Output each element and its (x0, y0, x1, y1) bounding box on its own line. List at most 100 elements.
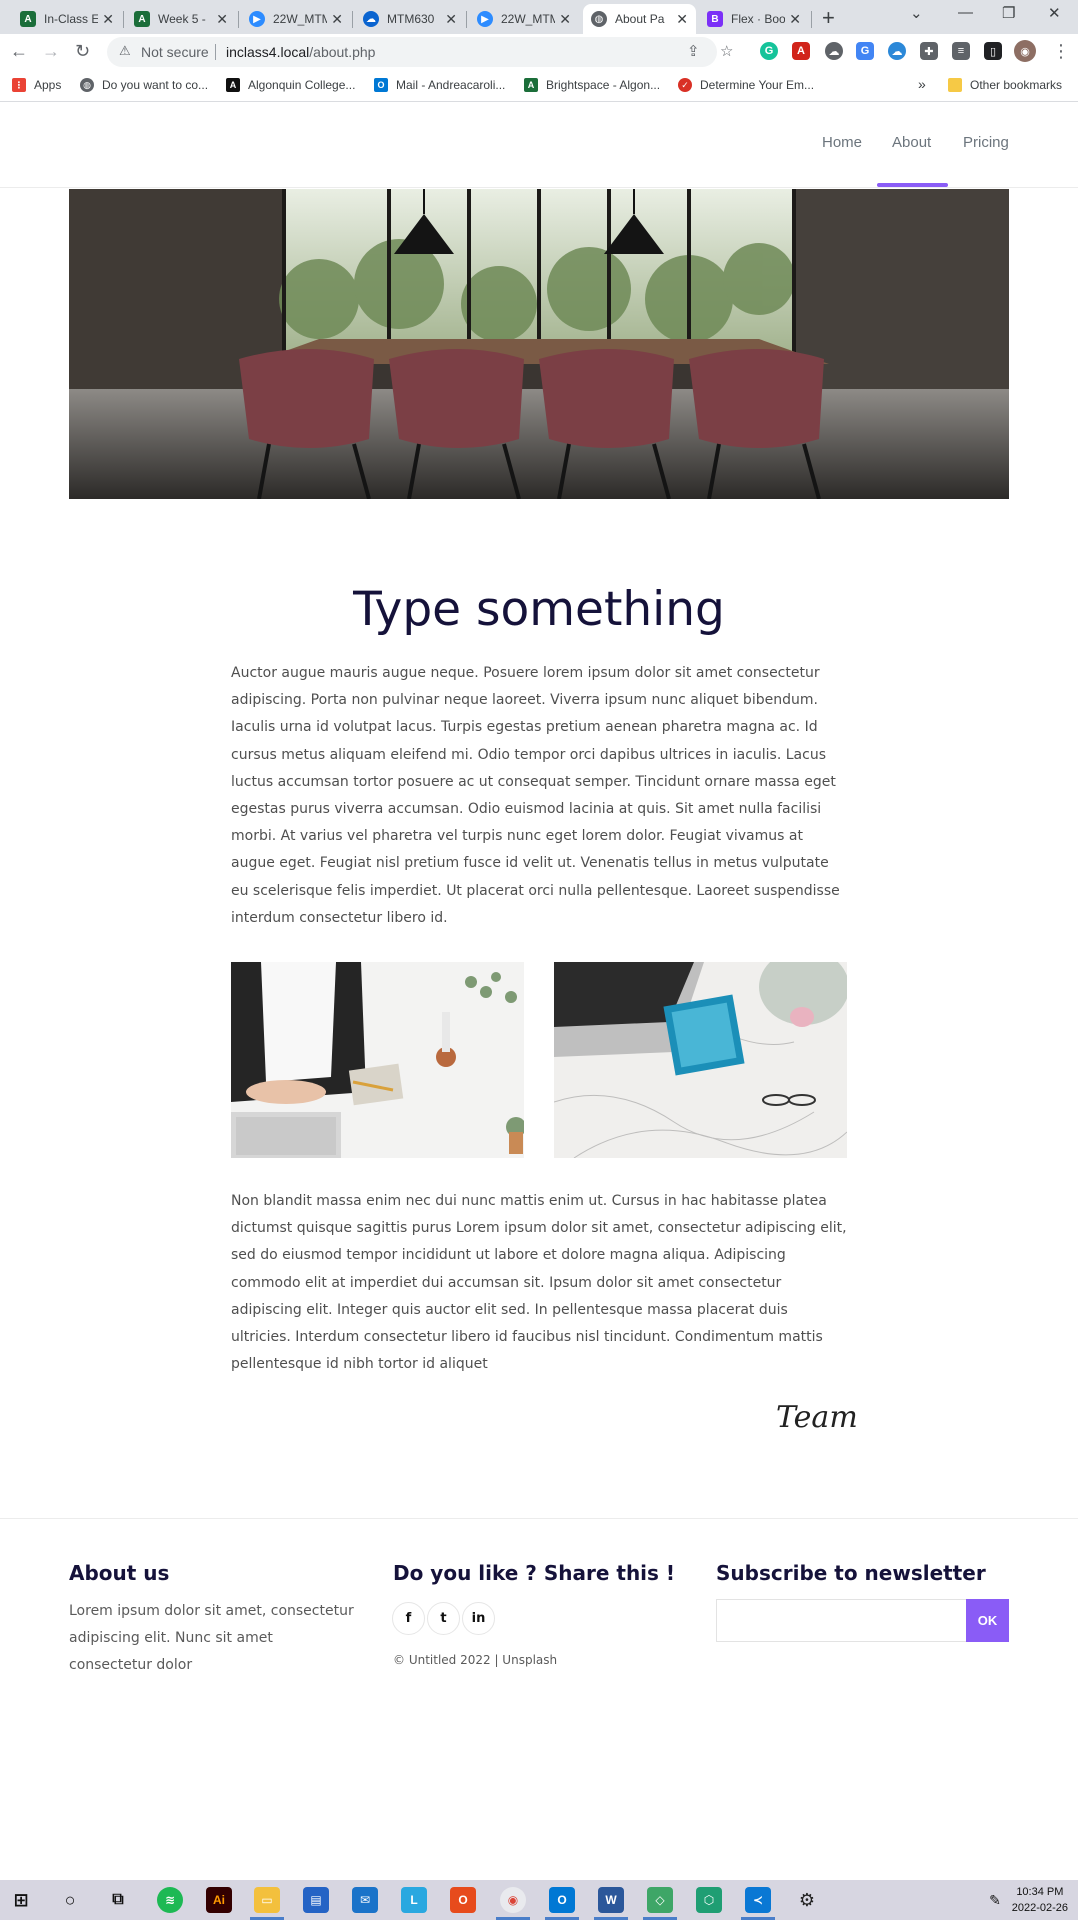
page-title: Type something (353, 582, 725, 637)
brightspace-icon: A (134, 11, 150, 27)
outlook-icon: O (374, 78, 388, 92)
bookmark-item[interactable]: O Mail - Andreacaroli... (374, 78, 505, 92)
other-bookmarks[interactable]: Other bookmarks (948, 78, 1062, 92)
address-bar[interactable]: ⚠ Not secure inclass4.local/about.php ⇪ … (107, 37, 733, 67)
close-icon[interactable]: ✕ (445, 11, 457, 28)
avatar[interactable]: ◉ (1014, 40, 1036, 62)
app-icon[interactable]: ⬡ (696, 1887, 722, 1913)
browser-tab-strip: A In-Class E ✕ A Week 5 - ✕ ▶ 22W_MTM ✕ … (0, 0, 1078, 34)
brightspace-icon: A (524, 78, 538, 92)
browser-tab[interactable]: ▶ 22W_MTM ✕ (241, 4, 351, 34)
hero-image (69, 189, 1009, 499)
onedrive-icon: ☁ (363, 11, 379, 27)
new-tab-button[interactable]: + (822, 5, 835, 31)
lightshot-icon[interactable]: L (401, 1887, 427, 1913)
window-close-button[interactable]: ✕ (1048, 4, 1061, 22)
bookmark-item[interactable]: A Brightspace - Algon... (524, 78, 660, 92)
globe-icon: ◍ (591, 11, 607, 27)
signature: Team (776, 1400, 858, 1435)
system-clock[interactable]: 10:34 PM 2022-02-26 (1012, 1884, 1068, 1916)
close-icon[interactable]: ✕ (102, 11, 114, 28)
bookmark-star-icon[interactable]: ☆ (720, 42, 733, 60)
browser-tab-active[interactable]: ◍ About Pa ✕ (583, 4, 696, 34)
browser-tab[interactable]: B Flex · Boo ✕ (699, 4, 809, 34)
clock-time: 10:34 PM (1016, 1886, 1064, 1898)
office-icon[interactable]: O (450, 1887, 476, 1913)
word-icon[interactable]: W (598, 1887, 624, 1913)
check-icon: ✓ (678, 78, 692, 92)
store-icon[interactable]: ▤ (303, 1887, 329, 1913)
side-panel-icon[interactable]: ▯ (984, 42, 1002, 60)
warning-icon[interactable]: ⚠ (119, 43, 131, 59)
acrobat-icon[interactable]: A (792, 42, 810, 60)
close-icon[interactable]: ✕ (676, 11, 688, 28)
back-icon[interactable]: ← (10, 41, 28, 62)
copyright-text: © Untitled 2022 | Unsplash (393, 1653, 558, 1667)
twitter-icon[interactable]: t (427, 1602, 460, 1635)
bookmark-item[interactable]: ◍ Do you want to co... (80, 78, 208, 92)
url-text[interactable]: inclass4.local/about.php (226, 44, 375, 60)
task-view-icon[interactable]: ⧉ (105, 1887, 131, 1913)
translate-icon[interactable]: G (856, 42, 874, 60)
bookmarks-overflow[interactable]: » (918, 76, 926, 92)
illustrator-icon[interactable]: Ai (206, 1887, 232, 1913)
bookmark-apps[interactable]: ⋮ Apps (12, 78, 61, 92)
footer-share-heading: Do you like ? Share this ! (393, 1561, 676, 1585)
mail-icon[interactable]: ✉ (352, 1887, 378, 1913)
nav-link-about[interactable]: About (892, 134, 931, 151)
facebook-icon[interactable]: f (392, 1602, 425, 1635)
close-icon[interactable]: ✕ (789, 11, 801, 28)
extensions-icon[interactable]: ✚ (920, 42, 938, 60)
restore-button[interactable]: ❐ (1002, 4, 1015, 22)
cloud-icon[interactable]: ☁ (825, 42, 843, 60)
search-icon[interactable]: ○ (57, 1887, 83, 1913)
zoom-icon: ▶ (477, 11, 493, 27)
onedrive-icon[interactable]: ☁ (888, 42, 906, 60)
reload-icon[interactable]: ↻ (75, 41, 90, 62)
forward-icon[interactable]: → (42, 41, 60, 62)
close-icon[interactable]: ✕ (559, 11, 571, 28)
footer-about-text: Lorem ipsum dolor sit amet, consectetur … (69, 1603, 354, 1673)
reading-list-icon[interactable]: ≡ (952, 42, 970, 60)
bookmark-item[interactable]: A Algonquin College... (226, 78, 355, 92)
file-explorer-icon[interactable]: ▭ (254, 1887, 280, 1913)
bookmarks-bar: ⋮ Apps ◍ Do you want to co... A Algonqui… (0, 70, 1078, 102)
outlook-icon[interactable]: O (549, 1887, 575, 1913)
tab-title: 22W_MTM (273, 12, 328, 26)
settings-gear-icon[interactable]: ⚙ (794, 1887, 820, 1913)
chrome-icon[interactable]: ◉ (500, 1887, 526, 1913)
tab-title: 22W_MTM (501, 12, 556, 26)
browser-tab[interactable]: A In-Class E ✕ (12, 4, 122, 34)
security-label[interactable]: Not secure (141, 44, 209, 60)
vscode-icon[interactable]: ≺ (745, 1887, 771, 1913)
tab-title: Week 5 - (158, 12, 206, 26)
close-icon[interactable]: ✕ (216, 11, 228, 28)
site-navbar: Home About Pricing (0, 102, 1078, 188)
footer-about-heading: About us (69, 1561, 170, 1585)
body-paragraph-2: Non blandit massa enim nec dui nunc matt… (231, 1193, 847, 1373)
nav-link-home[interactable]: Home (822, 134, 862, 151)
sourcetree-icon[interactable]: ◇ (647, 1887, 673, 1913)
menu-icon[interactable]: ⋮ (1052, 41, 1070, 62)
laptop-desk-image (231, 962, 524, 1158)
newsletter-submit-button[interactable]: OK (966, 1599, 1009, 1642)
windows-start-icon[interactable]: ⊞ (8, 1887, 34, 1913)
spotify-icon[interactable]: ≋ (157, 1887, 183, 1913)
minimize-button[interactable]: — (958, 4, 973, 21)
share-icon[interactable]: ⇪ (687, 42, 700, 60)
nav-link-pricing[interactable]: Pricing (963, 134, 1009, 151)
tab-title: Flex · Boo (731, 12, 786, 26)
browser-tab[interactable]: ☁ MTM630 ✕ (355, 4, 465, 34)
browser-tab[interactable]: A Week 5 - ✕ (126, 4, 236, 34)
tab-title: MTM630 (387, 12, 435, 26)
linkedin-icon[interactable]: in (462, 1602, 495, 1635)
browser-tab[interactable]: ▶ 22W_MTM ✕ (469, 4, 579, 34)
close-icon[interactable]: ✕ (331, 11, 343, 28)
browser-toolbar: ← → ↻ ⚠ Not secure inclass4.local/about.… (0, 34, 1078, 70)
tab-title: About Pa (615, 12, 665, 26)
pen-icon[interactable]: ✎ (982, 1887, 1008, 1913)
grammarly-icon[interactable]: G (760, 42, 778, 60)
newsletter-email-input[interactable] (716, 1599, 967, 1642)
tab-search-icon[interactable]: ⌄ (910, 4, 923, 22)
bookmark-item[interactable]: ✓ Determine Your Em... (678, 78, 814, 92)
